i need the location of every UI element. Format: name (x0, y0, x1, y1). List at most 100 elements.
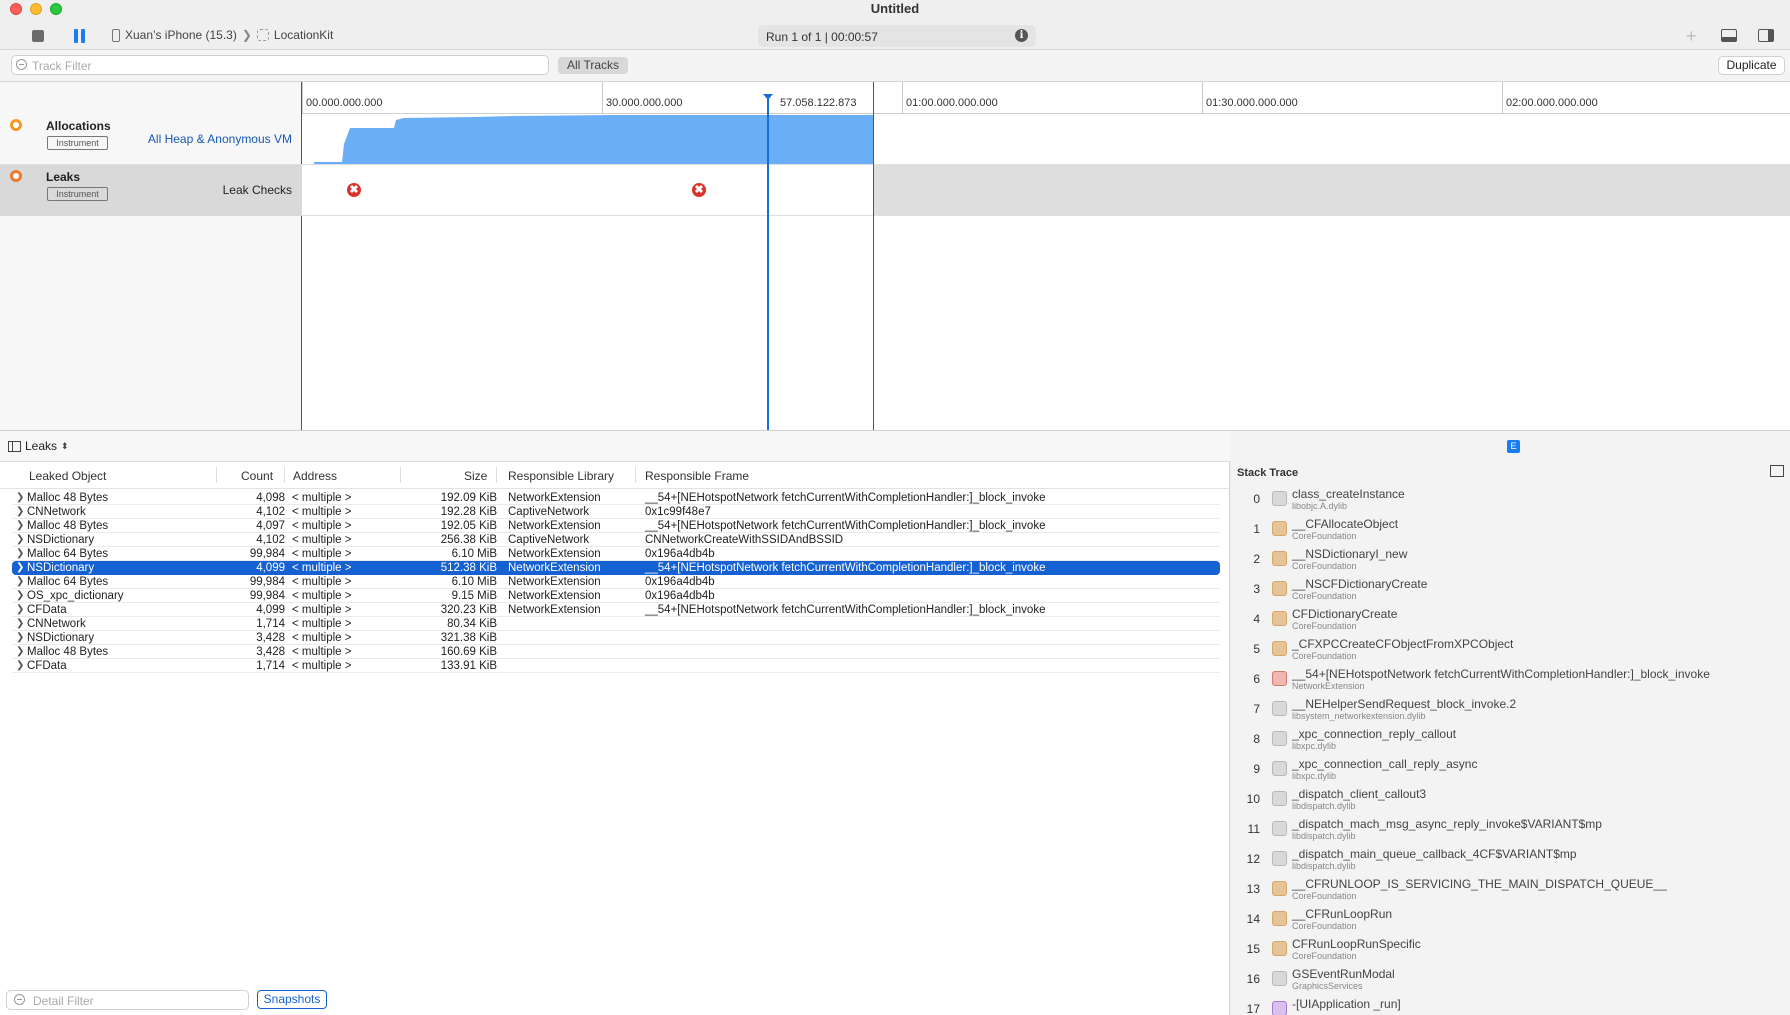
stack-frame[interactable]: 7 __NEHelperSendRequest_block_invoke.2 lib… (1230, 693, 1790, 723)
library-icon (1272, 941, 1287, 956)
stack-frame[interactable]: 11 _dispatch_mach_msg_async_reply_invoke$… (1230, 813, 1790, 843)
cell-size: 6.10 MiB (451, 548, 497, 560)
ruler-tick: 01:00.000.000.000 (906, 97, 998, 109)
stack-frame[interactable]: 9 _xpc_connection_call_reply_async libxpc.… (1230, 753, 1790, 783)
table-row[interactable]: ❯ NSDictionary 4,102 < multiple > 256.38 KiB… (12, 533, 1220, 547)
stack-frame[interactable]: 2 __NSDictionaryI_new CoreFoundation (1230, 543, 1790, 573)
cell-responsible-library: NetworkExtension (508, 604, 601, 616)
column-header-count[interactable]: Count (241, 469, 273, 483)
disclosure-chevron-icon[interactable]: ❯ (16, 589, 24, 603)
disclosure-chevron-icon[interactable]: ❯ (16, 561, 24, 575)
pause-recording-button[interactable] (74, 29, 86, 43)
leaks-track[interactable]: Leaks Instrument Leak Checks ✖ ✖ (0, 165, 1790, 216)
stack-trace-options-icon[interactable] (1770, 465, 1784, 477)
stack-frame[interactable]: 13 __CFRUNLOOP_IS_SERVICING_THE_MAIN_DISP… (1230, 873, 1790, 903)
cell-size: 80.34 KiB (447, 618, 497, 630)
column-header-responsible-frame[interactable]: Responsible Frame (645, 469, 749, 483)
extended-detail-tab[interactable]: E (1507, 440, 1520, 453)
column-header-leaked-object[interactable]: Leaked Object (29, 469, 106, 483)
stop-recording-button[interactable] (32, 30, 44, 42)
leaks-table: ❯ Malloc 48 Bytes 4,098 < multiple >192.09 … (0, 491, 1230, 673)
table-row[interactable]: ❯ NSDictionary 3,428 < multiple > 321.38 KiB (12, 631, 1220, 645)
stack-frame[interactable]: 8 _xpc_connection_reply_callout libxpc.dyl… (1230, 723, 1790, 753)
track-filter-input[interactable]: Track Filter (11, 55, 549, 75)
frame-library: CoreFoundation (1292, 561, 1357, 571)
stack-frame[interactable]: 17 -[UIApplication _run] (1230, 993, 1790, 1015)
table-row[interactable]: ❯ Malloc 48 Bytes 3,428 < multiple > 160.69 … (12, 645, 1220, 659)
snapshots-button[interactable]: Snapshots (257, 990, 327, 1009)
frame-library: libobjc.A.dylib (1292, 501, 1348, 511)
table-row[interactable]: ❯ CFData 1,714 < multiple > 133.91 KiB (12, 659, 1220, 673)
detail-filter-input[interactable]: Detail Filter (6, 990, 249, 1010)
library-icon (1272, 791, 1287, 806)
disclosure-chevron-icon[interactable]: ❯ (16, 645, 24, 659)
duplicate-button[interactable]: Duplicate (1718, 56, 1785, 75)
detail-view-selector[interactable]: Leaks ⬍ (8, 439, 69, 453)
disclosure-chevron-icon[interactable]: ❯ (16, 659, 24, 673)
stack-frame[interactable]: 4 CFDictionaryCreate CoreFoundation (1230, 603, 1790, 633)
table-row[interactable]: ❯ Malloc 64 Bytes 99,984 < multiple > 6.10 M… (12, 547, 1220, 561)
frame-symbol: class_createInstance (1292, 487, 1405, 501)
detail-table-pane: Leaks ⬍ Leaked Object Count Address Size… (0, 431, 1230, 1015)
playhead[interactable] (767, 96, 769, 430)
toggle-right-panel-icon[interactable] (1758, 29, 1774, 42)
instrument-badge[interactable]: Instrument (47, 136, 108, 150)
disclosure-chevron-icon[interactable]: ❯ (16, 519, 24, 533)
frame-number: 9 (1253, 762, 1260, 776)
stack-frame[interactable]: 16 GSEventRunModal GraphicsServices (1230, 963, 1790, 993)
disclosure-chevron-icon[interactable]: ❯ (16, 505, 24, 519)
cell-address: < multiple > (292, 562, 352, 574)
disclosure-chevron-icon[interactable]: ❯ (16, 491, 24, 505)
table-row[interactable]: ❯ Malloc 48 Bytes 4,097 < multiple > 192.05 … (12, 519, 1220, 533)
table-row[interactable]: ❯ Malloc 48 Bytes 4,098 < multiple > 192.09 … (12, 491, 1220, 505)
leak-check-failed-icon[interactable]: ✖ (347, 183, 361, 197)
column-header-address[interactable]: Address (293, 469, 337, 483)
stack-frame[interactable]: 15 CFRunLoopRunSpecific CoreFoundation (1230, 933, 1790, 963)
stack-frame[interactable]: 10 _dispatch_client_callout3 libdispatch.d… (1230, 783, 1790, 813)
run-end-line (873, 82, 874, 430)
cell-responsible-frame: __54+[NEHotspotNetwork fetchCurrentWithC… (645, 520, 1046, 532)
frame-number: 1 (1253, 522, 1260, 536)
stack-frame[interactable]: 3 __NSCFDictionaryCreate CoreFoundation (1230, 573, 1790, 603)
table-row[interactable]: ❯ CNNetwork 1,714 < multiple > 80.34 KiB (12, 617, 1220, 631)
stack-frame[interactable]: 1 __CFAllocateObject CoreFoundation (1230, 513, 1790, 543)
library-icon (1272, 1001, 1287, 1015)
stack-frame[interactable]: 6 __54+[NEHotspotNetwork fetchCurrentWith… (1230, 663, 1790, 693)
add-instrument-plus-icon[interactable]: + (1686, 26, 1697, 47)
stack-frame[interactable]: 5 _CFXPCCreateCFObjectFromXPCObject CoreFo… (1230, 633, 1790, 663)
stack-frame[interactable]: 12 _dispatch_main_queue_callback_4CF$VARI… (1230, 843, 1790, 873)
allocations-graph (314, 115, 874, 164)
table-row[interactable]: ❯ OS_xpc_dictionary 99,984 < multiple > 9.15… (12, 589, 1220, 603)
disclosure-chevron-icon[interactable]: ❯ (16, 617, 24, 631)
time-ruler[interactable]: 00.000.000.000 30.000.000.000 57.058.122… (302, 82, 1790, 114)
frame-library: CoreFoundation (1292, 921, 1357, 931)
table-row[interactable]: ❯ CFData 4,099 < multiple > 320.23 KiB Networ… (12, 603, 1220, 617)
column-header-responsible-library[interactable]: Responsible Library (508, 469, 614, 483)
all-tracks-token[interactable]: All Tracks (558, 57, 628, 74)
disclosure-chevron-icon[interactable]: ❯ (16, 603, 24, 617)
target-selector[interactable]: Xuan’s iPhone (15.3) ❯ LocationKit (112, 28, 333, 42)
track-subtitle[interactable]: All Heap & Anonymous VM (148, 132, 292, 146)
leak-check-failed-icon[interactable]: ✖ (692, 183, 706, 197)
allocations-track[interactable]: Allocations Instrument All Heap & Anonym… (0, 114, 1790, 165)
table-row[interactable]: ❯ CNNetwork 4,102 < multiple > 192.28 KiB Cap… (12, 505, 1220, 519)
disclosure-chevron-icon[interactable]: ❯ (16, 533, 24, 547)
cell-count: 99,984 (249, 590, 285, 602)
disclosure-chevron-icon[interactable]: ❯ (16, 631, 24, 645)
stack-frame[interactable]: 14 __CFRunLoopRun CoreFoundation (1230, 903, 1790, 933)
cell-count: 4,102 (256, 506, 285, 518)
library-icon (1272, 701, 1287, 716)
column-header-size[interactable]: Size (464, 469, 487, 483)
frame-number: 8 (1253, 732, 1260, 746)
allocations-track-label[interactable]: Allocations Instrument All Heap & Anonym… (0, 114, 302, 165)
table-row[interactable]: ❯ NSDictionary 4,099 < multiple > 512.38 KiB… (12, 561, 1220, 575)
table-row[interactable]: ❯ Malloc 64 Bytes 99,984 < multiple > 6.10 M… (12, 575, 1220, 589)
toggle-bottom-panel-icon[interactable] (1721, 29, 1737, 42)
instrument-badge[interactable]: Instrument (47, 187, 108, 201)
leaks-track-label[interactable]: Leaks Instrument Leak Checks (0, 165, 302, 216)
stack-frame[interactable]: 0 class_createInstance libobjc.A.dylib (1230, 483, 1790, 513)
disclosure-chevron-icon[interactable]: ❯ (16, 575, 24, 589)
disclosure-chevron-icon[interactable]: ❯ (16, 547, 24, 561)
allocations-instrument-icon (10, 119, 22, 131)
info-icon[interactable]: i (1015, 29, 1028, 42)
